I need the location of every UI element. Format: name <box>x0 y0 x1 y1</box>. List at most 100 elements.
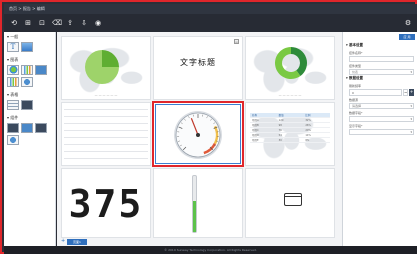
property-label: 控件类型 <box>349 64 362 68</box>
palette-icon-row: T <box>7 42 52 52</box>
properties-section-title[interactable]: ▾ 数据设置 <box>343 75 417 82</box>
table-cell: 76 <box>278 129 282 132</box>
property-select[interactable]: 请选择 <box>349 103 414 109</box>
import-button[interactable]: ⇪ <box>66 19 74 27</box>
palette-section-title[interactable]: ▾ 图表 <box>7 57 52 63</box>
window-icon <box>284 193 302 206</box>
component-tool-icon[interactable] <box>7 123 19 133</box>
table-row: 项目E 30 8% <box>250 138 330 143</box>
palette-section-title[interactable]: ▾ 组件 <box>7 115 52 121</box>
add-page-icon[interactable]: + <box>61 239 65 244</box>
export-button[interactable]: ⇩ <box>80 19 88 27</box>
donut-chart-caption: — — — — — — <box>278 93 302 97</box>
page-tabs: + 页面1 <box>57 238 342 246</box>
window-widget[interactable] <box>245 168 335 238</box>
palette-icon-row <box>7 77 52 87</box>
property-label: 控件名称* <box>349 51 363 55</box>
table-cell: 20% <box>305 129 311 132</box>
thermometer-widget[interactable] <box>153 168 243 238</box>
image-tool-icon[interactable] <box>21 42 33 52</box>
text-tool-icon[interactable]: T <box>7 42 19 52</box>
table-cell: 项目E <box>252 139 259 142</box>
led-number-display: 375 <box>68 182 144 226</box>
properties-section-title[interactable]: ▾ 基本设置 <box>343 42 417 49</box>
properties-header: 应 用 <box>343 32 417 42</box>
palette-section: ▾ 表格 <box>4 90 55 113</box>
text-widget[interactable]: ▫ 文字标题 <box>153 36 243 100</box>
table-cell: 比例 <box>305 114 311 117</box>
pie-chart-tool-icon[interactable] <box>7 65 19 75</box>
design-canvas: — — — — — — ▫ 文字标题 — — — — — — 名称 数值 比例 项目A… <box>57 32 342 240</box>
table-cell: 120 <box>278 119 284 122</box>
palette-icon-row <box>7 65 52 75</box>
palette-icon-row <box>7 100 52 110</box>
line-chart-tool-icon[interactable] <box>7 77 19 87</box>
table-cell: 名称 <box>252 114 258 117</box>
table-cell: 54 <box>278 134 282 137</box>
property-input[interactable] <box>349 56 414 62</box>
table-cell: 项目B <box>252 124 259 127</box>
table-cell: 30 <box>278 139 282 142</box>
palette-section: ▾ 一般 T <box>4 32 55 55</box>
led-number-widget[interactable]: 375 <box>61 168 151 238</box>
bar-chart-tool-icon[interactable] <box>21 65 33 75</box>
palette-section: ▾ 图表 <box>4 55 55 90</box>
component-3-tool-icon[interactable] <box>35 123 47 133</box>
table-cell: 26% <box>305 124 311 127</box>
pie-chart <box>85 50 119 84</box>
table-cell: 32% <box>305 119 311 122</box>
donut-chart-widget[interactable]: — — — — — — <box>245 36 335 100</box>
property-label: 刷新频率 <box>349 84 362 88</box>
table-tool-icon[interactable] <box>7 100 19 110</box>
table-cell: 项目D <box>252 134 259 137</box>
breadcrumb: 首页 > 报告 > 编辑 <box>4 4 417 14</box>
palette-section: ▾ 组件 <box>4 113 55 148</box>
map-chart-tool-icon[interactable] <box>21 77 33 87</box>
preview-button[interactable]: ⊡ <box>38 19 46 27</box>
palette-section-title[interactable]: ▾ 表格 <box>7 92 52 98</box>
donut-slice <box>291 47 307 76</box>
new-page-button[interactable]: ⊞ <box>24 19 32 27</box>
palette-icon-row <box>7 135 52 145</box>
property-select[interactable] <box>349 116 414 122</box>
refresh-stepper[interactable]: 0− + <box>349 89 414 96</box>
undo-button[interactable]: ⟲ <box>10 19 18 27</box>
component-4-tool-icon[interactable] <box>7 135 19 145</box>
thermometer-fill <box>193 201 196 232</box>
text-widget-title: 文字标题 <box>180 58 216 67</box>
clear-button[interactable]: ⌫ <box>52 19 62 27</box>
pie-chart-widget[interactable]: — — — — — — <box>61 36 151 100</box>
stepper-decrement-button[interactable]: − <box>403 89 408 96</box>
component-palette: ▾ 一般 T ▾ 图表 ▾ 表格 ▾ 组件 <box>4 32 56 246</box>
toolbar: ⟲ ⊞ ⊡ ⌫ ⇪ ⇩ ◉ ⚙ <box>4 14 417 32</box>
properties-panel: 应 用 ▾ 基本设置控件名称* 控件类型仪表▾ 数据设置刷新频率0−+ 数据源请选择… <box>342 32 417 246</box>
apply-button[interactable]: 应 用 <box>399 34 415 40</box>
gauge-chart-tool-icon[interactable] <box>35 65 47 75</box>
table-cell: 14% <box>305 134 311 137</box>
app-window: 首页 > 报告 > 编辑 ⟲ ⊞ ⊡ ⌫ ⇪ ⇩ ◉ ⚙ ▾ 一般 T ▾ 图表 ▾ 表格 ▾ 组件 … <box>0 0 417 254</box>
data-table: 名称 数值 比例 项目A 120 32% 项目B 98 26% 项目C 76 20% 项目D 54 14% 项… <box>250 113 330 143</box>
view-button[interactable]: ◉ <box>94 19 102 27</box>
property-label: 显示字段* <box>349 124 363 128</box>
table-cell: 8% <box>305 139 310 142</box>
table-cell: 项目A <box>252 119 259 122</box>
palette-icon-row <box>7 123 52 133</box>
stepper-increment-button[interactable]: + <box>409 89 414 96</box>
gauge-widget-selected[interactable] <box>152 101 244 167</box>
settings-icon[interactable]: ⚙ <box>404 19 412 27</box>
table-cell: 98 <box>278 124 282 127</box>
tab-page-1[interactable]: 页面1 <box>67 239 87 245</box>
stepper-value[interactable]: 0 <box>349 89 402 96</box>
thermometer-tube <box>192 175 197 233</box>
table-widget[interactable] <box>61 102 151 166</box>
donut-chart <box>275 47 307 79</box>
text-widget-settings-icon[interactable]: ▫ <box>234 39 239 44</box>
grid-table-tool-icon[interactable] <box>21 100 33 110</box>
data-table-widget[interactable]: 名称 数值 比例 项目A 120 32% 项目B 98 26% 项目C 76 20% 项目D 54 14% 项… <box>245 102 335 166</box>
gauge-hub <box>196 133 200 137</box>
component-2-tool-icon[interactable] <box>21 123 33 133</box>
property-select[interactable] <box>349 129 414 135</box>
property-select[interactable]: 仪表 <box>349 69 414 75</box>
palette-section-title[interactable]: ▾ 一般 <box>7 34 52 40</box>
pie-chart-caption: — — — — — — <box>94 93 118 97</box>
